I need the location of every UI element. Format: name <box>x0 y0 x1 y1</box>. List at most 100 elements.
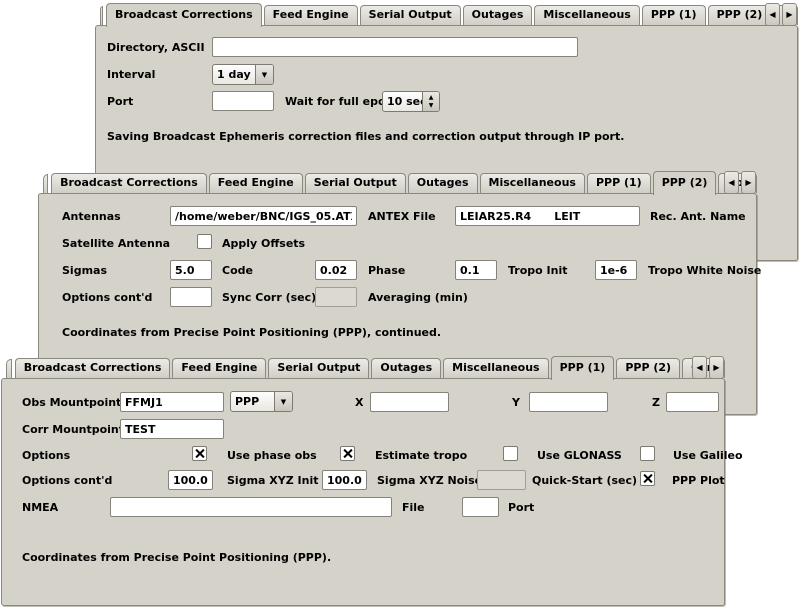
tab-scroll-right-button[interactable]: ▶ <box>709 356 724 379</box>
sigma-xyz-noise-input[interactable] <box>322 470 367 490</box>
y-label: Y <box>512 395 520 411</box>
use-galileo-checkbox[interactable] <box>640 446 655 461</box>
ppp-plot-label: PPP Plot <box>672 473 725 489</box>
ppp2-tabbar: Broadcast Corrections Feed Engine Serial… <box>43 168 757 194</box>
use-phase-obs-checkbox[interactable] <box>192 446 207 461</box>
ppp-plot-checkbox[interactable] <box>640 471 655 486</box>
sigmas-input[interactable] <box>170 260 212 280</box>
nmea-port-input[interactable] <box>462 497 499 517</box>
antennas-label: Antennas <box>62 209 121 225</box>
wait-epoch-spinbox[interactable]: 10 sec ▲ ▼ <box>382 91 440 112</box>
corr-mountpoint-label: Corr Mountpoint <box>22 422 124 438</box>
use-glonass-label: Use GLONASS <box>537 448 622 464</box>
ppp-mode-dropdown[interactable]: PPP ▼ <box>230 391 293 412</box>
y-input[interactable] <box>529 392 608 412</box>
sigmas-label: Sigmas <box>62 263 107 279</box>
directory-ascii-input[interactable] <box>212 37 578 57</box>
spin-down-icon[interactable]: ▼ <box>429 102 434 110</box>
interval-dropdown[interactable]: 1 day ▼ <box>212 64 274 85</box>
use-glonass-checkbox[interactable] <box>503 446 518 461</box>
corr-mountpoint-input[interactable] <box>120 419 224 439</box>
ppp-mode-value: PPP <box>231 392 274 411</box>
tab-feed-engine[interactable]: Feed Engine <box>172 358 266 378</box>
phase-input[interactable] <box>455 260 497 280</box>
tab-serial-output[interactable]: Serial Output <box>360 5 461 25</box>
port-input[interactable] <box>212 91 274 111</box>
chevron-down-icon: ▼ <box>274 392 292 411</box>
tab-scroll-right-button[interactable]: ▶ <box>782 3 797 26</box>
tab-scroll-right-button[interactable]: ▶ <box>741 171 756 194</box>
tab-feed-engine[interactable]: Feed Engine <box>264 5 358 25</box>
tab-ppp-1[interactable]: PPP (1) <box>551 356 615 380</box>
tab-outages[interactable]: Outages <box>371 358 441 378</box>
obs-mountpoint-input[interactable] <box>120 392 224 412</box>
tab-serial-output[interactable]: Serial Output <box>268 358 369 378</box>
tab-ppp-1[interactable]: PPP (1) <box>642 5 706 25</box>
spin-up-icon[interactable]: ▲ <box>429 94 434 102</box>
x-label: X <box>355 395 363 411</box>
estimate-tropo-checkbox[interactable] <box>340 446 355 461</box>
tab-ppp-2[interactable]: PPP (2) <box>616 358 680 378</box>
z-label: Z <box>652 395 660 411</box>
antennas-input[interactable] <box>170 206 357 226</box>
ppp1-description: Coordinates from Precise Point Positioni… <box>22 551 331 564</box>
antex-file-label: ANTEX File <box>368 209 436 225</box>
tab-outages[interactable]: Outages <box>408 173 478 193</box>
tab-broadcast-corrections[interactable]: Broadcast Corrections <box>106 3 262 27</box>
ppp1-tabbar: Broadcast Corrections Feed Engine Serial… <box>6 353 725 379</box>
ppp2-description: Coordinates from Precise Point Positioni… <box>62 326 441 339</box>
options-contd-label: Options cont'd <box>22 473 112 489</box>
x-input[interactable] <box>370 392 449 412</box>
sigma-xyz-init-input[interactable] <box>168 470 213 490</box>
tab-overflow-sliver <box>6 359 12 378</box>
tab-miscellaneous[interactable]: Miscellaneous <box>480 173 585 193</box>
port-label: Port <box>107 94 133 110</box>
quick-start-input <box>477 470 526 490</box>
use-galileo-label: Use Galileo <box>673 448 743 464</box>
tab-serial-output[interactable]: Serial Output <box>305 173 406 193</box>
ppp1-panel: Broadcast Corrections Feed Engine Serial… <box>1 353 725 606</box>
obs-mountpoint-label: Obs Mountpoint <box>22 395 121 411</box>
sigma-xyz-noise-label: Sigma XYZ Noise <box>377 473 482 489</box>
tab-scroll-buttons: ◀ ▶ <box>724 171 756 194</box>
tab-broadcast-corrections[interactable]: Broadcast Corrections <box>51 173 207 193</box>
tab-feed-engine[interactable]: Feed Engine <box>209 173 303 193</box>
chevron-down-icon: ▼ <box>255 65 273 84</box>
tab-ppp-2[interactable]: PPP (2) <box>708 5 772 25</box>
apply-offsets-checkbox[interactable] <box>197 234 212 249</box>
tab-broadcast-corrections[interactable]: Broadcast Corrections <box>15 358 171 378</box>
options-contd-input[interactable] <box>170 287 212 307</box>
checkbox-mark <box>194 448 205 459</box>
tropo-white-noise-label: Tropo White Noise <box>648 263 761 279</box>
code-input[interactable] <box>315 260 357 280</box>
wait-epoch-value: 10 sec <box>383 92 422 111</box>
antex-file-input[interactable] <box>455 206 640 226</box>
tab-scroll-buttons: ◀ ▶ <box>765 3 797 26</box>
tropo-init-input[interactable] <box>595 260 637 280</box>
broadcast-description: Saving Broadcast Ephemeris correction fi… <box>107 130 624 143</box>
tab-outages[interactable]: Outages <box>463 5 533 25</box>
use-phase-obs-label: Use phase obs <box>227 448 317 464</box>
checkbox-mark <box>642 473 653 484</box>
averaging-label: Averaging (min) <box>368 290 468 306</box>
tab-miscellaneous[interactable]: Miscellaneous <box>534 5 639 25</box>
estimate-tropo-label: Estimate tropo <box>375 448 467 464</box>
tab-scroll-left-button[interactable]: ◀ <box>724 171 739 194</box>
z-input[interactable] <box>666 392 719 412</box>
sync-corr-input <box>315 287 357 307</box>
screen: Broadcast Corrections Feed Engine Serial… <box>0 0 808 613</box>
directory-ascii-label: Directory, ASCII <box>107 40 205 56</box>
code-label: Code <box>222 263 253 279</box>
options-contd-label: Options cont'd <box>62 290 152 306</box>
satellite-antenna-label: Satellite Antenna <box>62 236 170 252</box>
phase-label: Phase <box>368 263 405 279</box>
tab-ppp-2[interactable]: PPP (2) <box>653 171 717 195</box>
tab-ppp-1[interactable]: PPP (1) <box>587 173 651 193</box>
nmea-file-input[interactable] <box>110 497 392 517</box>
interval-label: Interval <box>107 67 155 83</box>
tab-scroll-left-button[interactable]: ◀ <box>692 356 707 379</box>
options-label: Options <box>22 448 70 464</box>
tab-scroll-left-button[interactable]: ◀ <box>765 3 780 26</box>
sigma-xyz-init-label: Sigma XYZ Init <box>227 473 319 489</box>
tab-miscellaneous[interactable]: Miscellaneous <box>443 358 548 378</box>
